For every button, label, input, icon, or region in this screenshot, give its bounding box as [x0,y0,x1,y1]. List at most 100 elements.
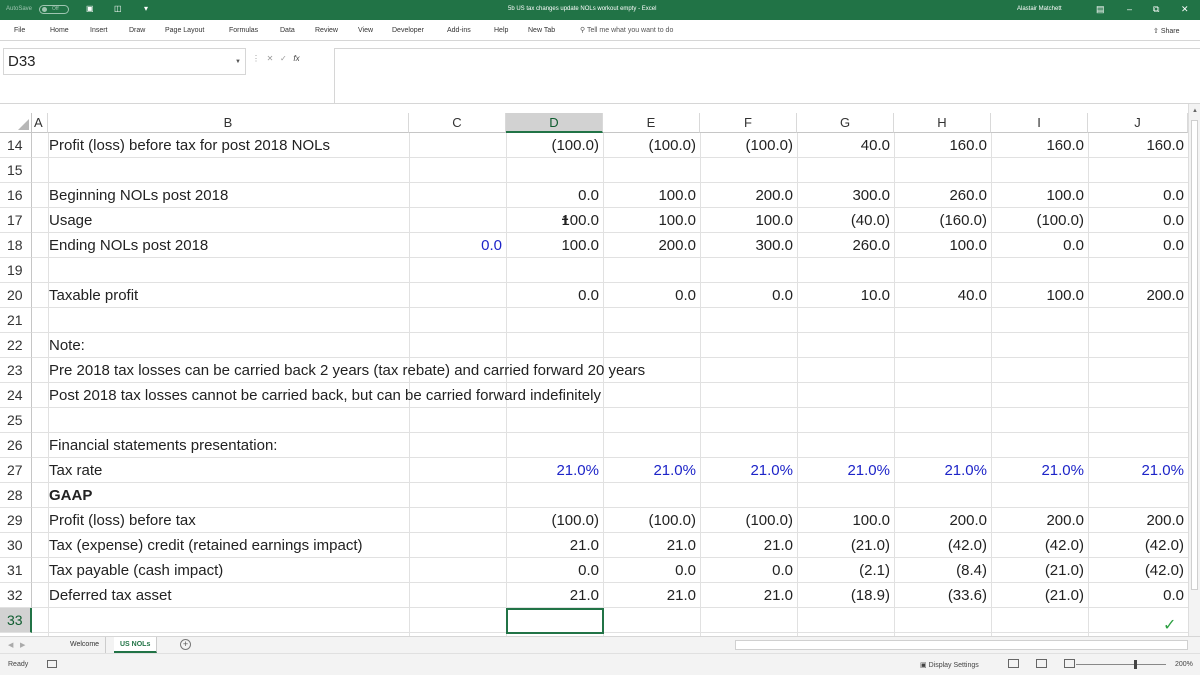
row-header[interactable]: 24 [0,383,32,408]
cell-j[interactable] [1088,358,1188,383]
cell-g[interactable]: (2.1) [797,558,894,583]
cell-e[interactable]: 100.0 [603,183,700,208]
cell-c[interactable] [409,383,506,408]
cell-d[interactable] [506,358,603,383]
cell-g[interactable] [797,358,894,383]
cell-h[interactable] [894,383,991,408]
cell-h[interactable]: 200.0 [894,508,991,533]
cell-c[interactable]: 0.0 [409,233,506,258]
cell-f[interactable] [700,158,797,183]
cell-g[interactable] [797,158,894,183]
cell-h[interactable] [894,483,991,508]
cell-e[interactable] [603,358,700,383]
cell-e[interactable] [603,608,700,633]
cell-e[interactable]: 0.0 [603,283,700,308]
cell-d[interactable] [506,308,603,333]
row-header[interactable]: 21 [0,308,32,333]
cell-h[interactable] [894,158,991,183]
cell-j[interactable]: 160.0 [1088,133,1188,158]
cell-h[interactable]: 100.0 [894,233,991,258]
cell-h[interactable]: (42.0) [894,533,991,558]
cell-e[interactable]: 21.0 [603,533,700,558]
cell-g[interactable]: (21.0) [797,533,894,558]
scroll-thumb[interactable] [1191,120,1198,590]
cell-f[interactable]: 300.0 [700,233,797,258]
column-header-h[interactable]: H [894,113,991,133]
cell-i[interactable] [991,483,1088,508]
cell-g[interactable]: 300.0 [797,183,894,208]
share-button[interactable]: ⇧ Share [1153,27,1180,35]
cell-c[interactable] [409,258,506,283]
row-header[interactable]: 17 [0,208,32,233]
cell-h[interactable]: 260.0 [894,183,991,208]
cell-j[interactable] [1088,433,1188,458]
tab-draw[interactable]: Draw [129,27,145,34]
cell-h[interactable] [894,408,991,433]
sheet-tab-welcome[interactable]: Welcome [64,637,107,653]
cell-d[interactable]: 100.0 [506,208,603,233]
cell-f[interactable] [700,383,797,408]
cell-h[interactable]: 21.0% [894,458,991,483]
cell-f[interactable]: (100.0) [700,508,797,533]
normal-view-icon[interactable] [1008,659,1019,668]
cell-d[interactable]: 0.0 [506,183,603,208]
sheet-tab-us-nols[interactable]: US NOLs [114,637,158,653]
name-box[interactable]: D33 ▼ [3,48,246,75]
cell-i[interactable] [991,358,1088,383]
cell-f[interactable] [700,258,797,283]
cell-d[interactable] [506,333,603,358]
cell-d[interactable]: 21.0 [506,533,603,558]
cell-h[interactable] [894,258,991,283]
page-layout-view-icon[interactable] [1036,659,1047,668]
display-settings-button[interactable]: ▣ Display Settings [920,661,979,669]
more-options-icon[interactable]: ⋮ [252,54,260,63]
column-header-i[interactable]: I [991,113,1088,133]
cell-e[interactable] [603,408,700,433]
cell-h[interactable]: 160.0 [894,133,991,158]
cell-g[interactable]: 10.0 [797,283,894,308]
tab-page-layout[interactable]: Page Layout [165,27,204,34]
row-header[interactable]: 16 [0,183,32,208]
column-header-j[interactable]: J [1088,113,1188,133]
tab-formulas[interactable]: Formulas [229,27,258,34]
cell-f[interactable]: 21.0 [700,533,797,558]
restore-icon[interactable]: ⧉ [1153,4,1159,15]
cell-h[interactable] [894,608,991,633]
cell-d[interactable] [506,158,603,183]
cell-g[interactable] [797,258,894,283]
cell-f[interactable]: 0.0 [700,283,797,308]
cell-j[interactable]: 200.0 [1088,283,1188,308]
page-break-view-icon[interactable] [1064,659,1075,668]
row-header[interactable]: 33 [0,608,32,633]
cell-c[interactable] [409,558,506,583]
next-sheet-icon[interactable]: ▶ [20,641,25,649]
cell-i[interactable]: (42.0) [991,533,1088,558]
cell-i[interactable] [991,383,1088,408]
row-header[interactable]: 27 [0,458,32,483]
tab-home[interactable]: Home [50,27,69,34]
cell-i[interactable]: (21.0) [991,558,1088,583]
cell-d[interactable] [506,383,603,408]
cell-j[interactable] [1088,333,1188,358]
tab-view[interactable]: View [358,27,373,34]
tab-data[interactable]: Data [280,27,295,34]
cell-d[interactable]: 21.0% [506,458,603,483]
cell-f[interactable] [700,308,797,333]
tab-review[interactable]: Review [315,27,338,34]
worksheet-grid[interactable]: A B C D E F G H I J 14 Profit (loss) before tax for… [0,113,1188,636]
cell-e[interactable]: (100.0) [603,508,700,533]
cell-f[interactable]: 200.0 [700,183,797,208]
cell-g[interactable]: 260.0 [797,233,894,258]
vertical-scrollbar[interactable]: ▲ [1188,104,1200,638]
cell-h[interactable] [894,433,991,458]
cell-g[interactable] [797,433,894,458]
customize-qat-icon[interactable]: ▾ [144,4,148,13]
cell-i[interactable]: (100.0) [991,208,1088,233]
cell-j[interactable] [1088,383,1188,408]
cell-c[interactable] [409,308,506,333]
cell-j[interactable]: (42.0) [1088,533,1188,558]
row-header[interactable]: 32 [0,583,32,608]
cell-j[interactable]: (42.0) [1088,558,1188,583]
chevron-down-icon[interactable]: ▼ [235,59,241,65]
cell-i[interactable] [991,333,1088,358]
